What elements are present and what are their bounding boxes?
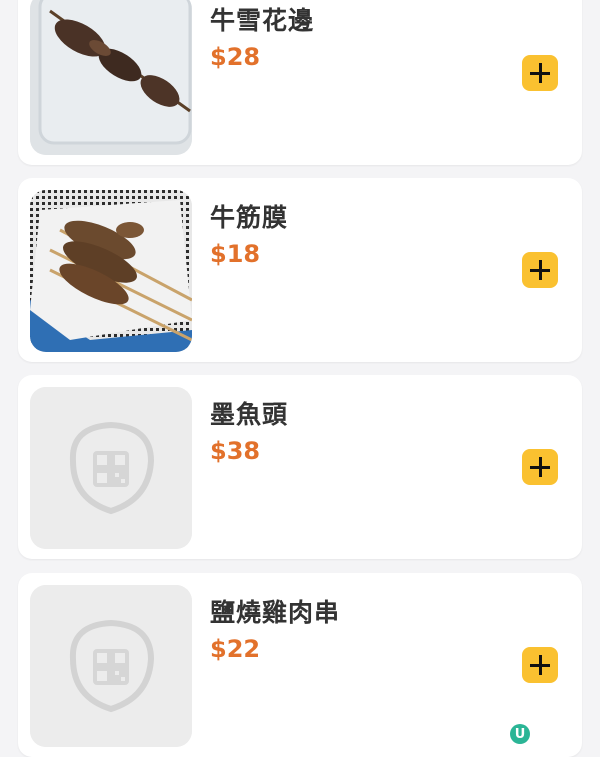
plus-icon [530,63,550,83]
add-to-cart-button[interactable] [522,449,558,485]
item-photo [30,0,192,155]
item-name: 墨魚頭 [210,400,289,429]
item-price: $38 [210,437,261,465]
menu-item-card[interactable]: 牛雪花邊 $28 [18,0,582,165]
item-name: 牛筋膜 [210,203,289,232]
item-name: 牛雪花邊 [210,6,315,35]
item-photo-placeholder [30,387,192,549]
menu-item-card[interactable]: 牛筋膜 $18 [18,178,582,362]
plus-icon [530,260,550,280]
add-to-cart-button[interactable] [522,55,558,91]
item-price: $22 [210,635,261,663]
add-to-cart-button[interactable] [522,252,558,288]
beef-tendon-skewers-photo [30,190,192,352]
placeholder-icon [30,585,192,747]
item-photo-placeholder [30,585,192,747]
grilled-beef-skewer-photo [30,0,192,155]
plus-icon [530,655,550,675]
menu-item-card[interactable]: 墨魚頭 $38 [18,375,582,559]
item-price: $28 [210,43,261,71]
menu-item-card[interactable]: 鹽燒雞肉串 $22 [18,573,582,757]
item-price: $18 [210,240,261,268]
item-name: 鹽燒雞肉串 [210,598,341,627]
plus-icon [530,457,550,477]
item-photo [30,190,192,352]
watermark-logo: U [510,724,530,744]
add-to-cart-button[interactable] [522,647,558,683]
placeholder-icon [30,387,192,549]
